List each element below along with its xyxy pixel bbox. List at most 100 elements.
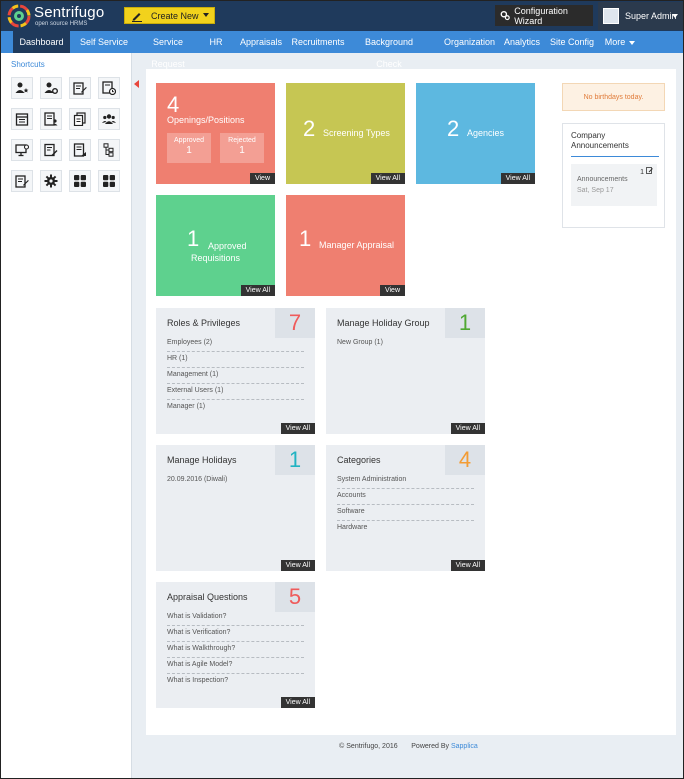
categories-card: Categories 4 System Administration Accou… [326, 445, 485, 571]
openings-tile[interactable]: 4 Openings/Positions Approved 1 Rejected… [156, 83, 275, 184]
shortcut-tree-doc[interactable] [98, 139, 120, 161]
collapse-sidebar-icon[interactable] [132, 77, 142, 91]
list-item[interactable]: What is Inspection? [167, 674, 304, 690]
screening-count: 2 [303, 116, 316, 141]
shortcut-doc-pen[interactable] [40, 139, 62, 161]
appraisal-questions-count: 5 [275, 582, 315, 612]
announcement-name: Announcements [577, 176, 628, 183]
shortcut-grid[interactable] [69, 170, 91, 192]
user-menu[interactable]: Super Admin [598, 2, 683, 30]
create-new-label: Create New [151, 10, 199, 21]
user-gear-icon [44, 82, 58, 94]
rejected-value: 1 [239, 145, 245, 156]
requisitions-tile[interactable]: 1 Approved Requisitions View All [156, 195, 275, 296]
nav-dashboard[interactable]: Dashboard [13, 31, 70, 53]
screen-refresh-icon [15, 144, 29, 157]
list-item[interactable]: New Group (1) [337, 336, 474, 352]
shortcut-user-settings[interactable] [40, 77, 62, 99]
agencies-label: Agencies [467, 128, 505, 138]
agencies-tile[interactable]: 2 Agencies View All [416, 83, 535, 184]
nav-recruitments[interactable]: Recruitments [290, 31, 346, 53]
agencies-view-all-button[interactable]: View All [500, 173, 535, 184]
nav-self-service[interactable]: Self Service [77, 31, 131, 53]
manager-appraisal-count: 1 [299, 226, 312, 251]
screening-label: Screening Types [323, 128, 390, 138]
roles-count: 7 [275, 308, 315, 338]
rejected-badge[interactable]: Rejected 1 [220, 133, 264, 163]
holidays-count: 1 [275, 445, 315, 475]
shortcut-doc-stack[interactable] [69, 108, 91, 130]
openings-label: Openings/Positions [167, 115, 245, 125]
list-item[interactable]: External Users (1) [167, 384, 304, 400]
nav-service-request[interactable]: Service Request [135, 31, 201, 69]
shortcut-employees[interactable] [11, 77, 33, 99]
list-item[interactable]: Manager (1) [167, 400, 304, 416]
shortcut-doc-clock[interactable] [98, 77, 120, 99]
doc-stack-icon [73, 112, 86, 126]
shortcuts-title: Shortcuts [11, 60, 45, 69]
list-item[interactable]: System Administration [337, 473, 474, 489]
configuration-wizard-button[interactable]: Configuration Wizard [495, 5, 593, 26]
screening-tile[interactable]: 2 Screening Types View All [286, 83, 405, 184]
create-new-button[interactable]: Create New [124, 7, 215, 24]
nav-analytics[interactable]: Analytics [502, 31, 542, 53]
shortcut-doc-user[interactable] [69, 139, 91, 161]
list-item[interactable]: Management (1) [167, 368, 304, 384]
holidays-title: Manage Holidays [167, 455, 237, 465]
approved-label: Approved [174, 137, 204, 144]
list-item[interactable]: Accounts [337, 489, 474, 505]
screening-view-all-button[interactable]: View All [370, 173, 405, 184]
appraisal-questions-title: Appraisal Questions [167, 592, 248, 602]
list-item[interactable]: Employees (2) [167, 336, 304, 352]
roles-view-all-button[interactable]: View All [280, 423, 315, 434]
nav-more[interactable]: More [602, 31, 638, 53]
manager-appraisal-view-button[interactable]: View [379, 285, 405, 296]
holiday-group-view-all-button[interactable]: View All [450, 423, 485, 434]
nav-site-config[interactable]: Site Config [548, 31, 596, 53]
nav-hr[interactable]: HR [205, 31, 227, 53]
nav-organization[interactable]: Organization [442, 31, 497, 53]
shortcut-calendar[interactable] [11, 108, 33, 130]
announcement-item[interactable]: 1 Announcements Sat, Sep 17 [571, 164, 657, 206]
shortcut-group[interactable] [98, 108, 120, 130]
holidays-view-all-button[interactable]: View All [280, 560, 315, 571]
holiday-group-list: New Group (1) [337, 336, 474, 352]
logo[interactable]: Sentrifugo open source HRMS [7, 4, 127, 28]
shortcut-screen-refresh[interactable] [11, 139, 33, 161]
list-item[interactable]: What is Walkthrough? [167, 642, 304, 658]
shortcut-grid-2[interactable] [98, 170, 120, 192]
list-item[interactable]: HR (1) [167, 352, 304, 368]
nav-more-label: More [604, 37, 626, 47]
edit-icon [646, 167, 653, 174]
sapplica-link[interactable]: Sapplica [451, 743, 478, 750]
user-star-icon [15, 82, 29, 93]
shortcut-doc-edit[interactable] [11, 170, 33, 192]
openings-view-button[interactable]: View [249, 173, 275, 184]
approved-badge[interactable]: Approved 1 [167, 133, 211, 163]
chevron-down-icon [203, 13, 209, 17]
shortcut-doc-person[interactable] [40, 108, 62, 130]
roles-list: Employees (2) HR (1) Management (1) Exte… [167, 336, 304, 416]
manager-appraisal-tile[interactable]: 1 Manager Appraisal View [286, 195, 405, 296]
nav-appraisals[interactable]: Appraisals [237, 31, 285, 53]
list-item[interactable]: What is Validation? [167, 610, 304, 626]
requisitions-view-all-button[interactable]: View All [240, 285, 275, 296]
announcements-panel: Company Announcements 1 Announcements Sa… [562, 123, 665, 228]
chevron-down-icon [672, 14, 678, 18]
shortcut-settings[interactable] [40, 170, 62, 192]
appraisal-questions-view-all-button[interactable]: View All [280, 697, 315, 708]
list-item[interactable]: Software [337, 505, 474, 521]
list-item[interactable]: Hardware [337, 521, 474, 537]
announcement-count-value: 1 [640, 169, 645, 176]
list-item[interactable]: What is Verification? [167, 626, 304, 642]
nav-background-check[interactable]: Background Check [351, 31, 427, 69]
doc-edit-icon [15, 175, 29, 188]
holidays-card: Manage Holidays 1 20.09.2016 (Diwali) Vi… [156, 445, 315, 571]
categories-view-all-button[interactable]: View All [450, 560, 485, 571]
doc-user-icon [73, 143, 86, 157]
roles-title: Roles & Privileges [167, 318, 241, 328]
list-item[interactable]: 20.09.2016 (Diwali) [167, 473, 304, 489]
shortcut-edit-doc[interactable] [69, 77, 91, 99]
list-item[interactable]: What is Agile Model? [167, 658, 304, 674]
tree-doc-icon [103, 143, 114, 157]
